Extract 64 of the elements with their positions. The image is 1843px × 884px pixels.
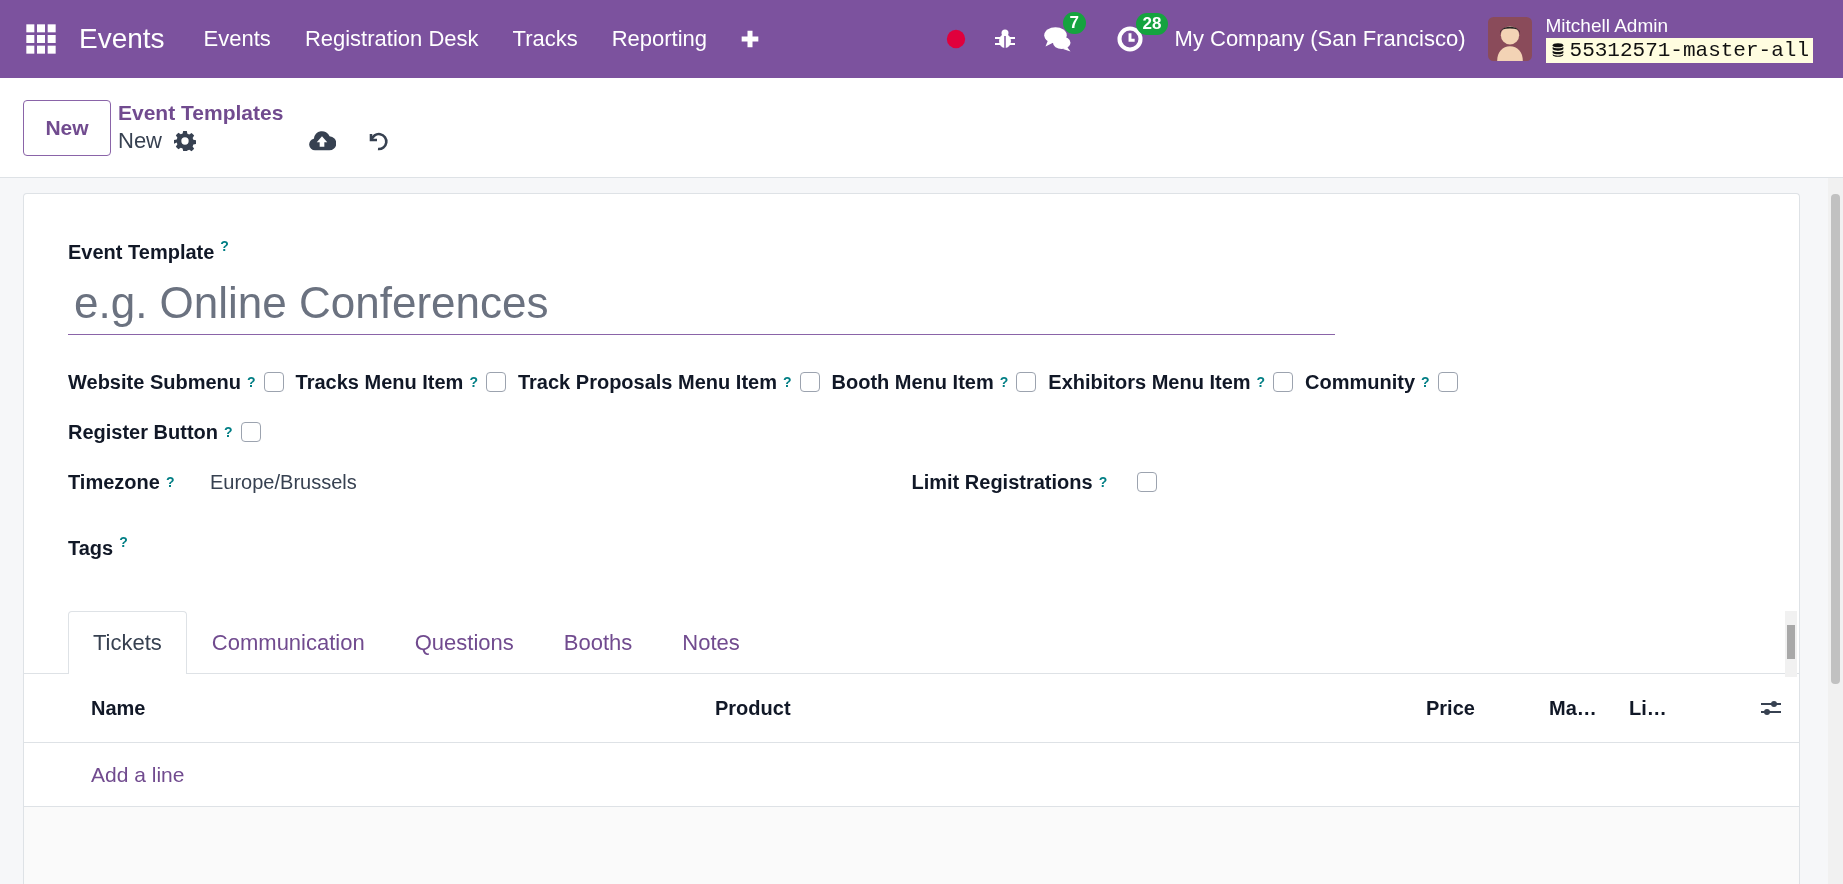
help-tooltip[interactable]: ? [1098, 474, 1108, 491]
checkbox[interactable] [263, 372, 284, 393]
scrollbar[interactable] [1828, 178, 1843, 884]
menu-item[interactable]: Registration Desk [304, 26, 479, 52]
activity-count-badge: 28 [1135, 13, 1169, 35]
column-header[interactable]: Li… [1629, 696, 1741, 720]
menu-item[interactable]: Events [203, 26, 271, 52]
help-tooltip[interactable]: ? [782, 374, 792, 391]
tab[interactable]: Booths [538, 611, 658, 675]
help-tooltip[interactable]: ? [1256, 374, 1266, 391]
checkbox[interactable] [240, 422, 261, 443]
add-line-link[interactable]: Add a line [91, 762, 185, 787]
column-header[interactable]: Ma… [1549, 696, 1629, 720]
user-name[interactable]: Mitchell Admin [1545, 15, 1813, 36]
help-tooltip[interactable]: ? [165, 474, 175, 491]
activity-icon[interactable] [1115, 25, 1144, 53]
company-switcher[interactable]: My Company (San Francisco) [1174, 26, 1466, 52]
checkbox[interactable] [1437, 372, 1458, 393]
column-header[interactable]: Name [91, 696, 715, 720]
apps-menu-icon[interactable] [25, 23, 57, 55]
column-header[interactable]: Product [715, 696, 1426, 720]
database-tag: 55312571-master-all [1545, 37, 1813, 63]
scrollbar[interactable] [1785, 611, 1797, 678]
field-label: Register Button [68, 420, 218, 444]
field-label: Booth Menu Item [831, 370, 994, 394]
tab[interactable]: Communication [186, 611, 390, 675]
settings-icon[interactable] [174, 129, 196, 152]
recording-dot-icon [944, 28, 967, 50]
field-label: Tracks Menu Item [295, 370, 464, 394]
tab[interactable]: Tickets [68, 611, 187, 675]
field-label: Website Submenu [68, 370, 241, 394]
checkbox[interactable] [1016, 372, 1037, 393]
tab[interactable]: Notes [657, 611, 765, 675]
app-name[interactable]: Events [79, 23, 165, 55]
help-tooltip[interactable]: ? [119, 533, 128, 550]
checkbox[interactable] [799, 372, 820, 393]
help-tooltip[interactable]: ? [247, 374, 256, 391]
help-tooltip[interactable]: ? [1421, 374, 1430, 391]
column-header[interactable]: Price [1426, 696, 1549, 720]
field-label: Exhibitors Menu Item [1048, 370, 1251, 394]
message-count-badge: 7 [1062, 12, 1087, 34]
tab[interactable]: Questions [389, 611, 539, 675]
help-tooltip[interactable]: ? [220, 238, 229, 254]
menu-item[interactable]: Tracks [512, 26, 578, 52]
checkbox[interactable] [485, 372, 506, 393]
help-tooltip[interactable]: ? [224, 424, 233, 441]
user-avatar[interactable] [1487, 17, 1532, 61]
checkbox[interactable] [1273, 372, 1294, 393]
field-label: Timezone [68, 470, 160, 494]
field-label: Tags [68, 536, 114, 559]
menu-item[interactable]: Reporting [611, 26, 708, 52]
field-label: Event Template [68, 240, 215, 263]
plus-icon[interactable] [740, 29, 761, 49]
new-button[interactable]: New [23, 99, 111, 156]
help-tooltip[interactable]: ? [469, 374, 478, 391]
field-label: Community [1305, 370, 1416, 394]
bug-icon[interactable] [992, 27, 1017, 51]
breadcrumb-link[interactable]: Event Templates [118, 100, 390, 125]
timezone-value[interactable]: Europe/Brussels [210, 470, 357, 494]
help-tooltip[interactable]: ? [999, 374, 1009, 391]
record-name: New [118, 127, 162, 154]
field-label: Limit Registrations [911, 470, 1093, 494]
field-label: Track Proposals Menu Item [517, 370, 777, 394]
checkbox[interactable] [1137, 472, 1158, 493]
